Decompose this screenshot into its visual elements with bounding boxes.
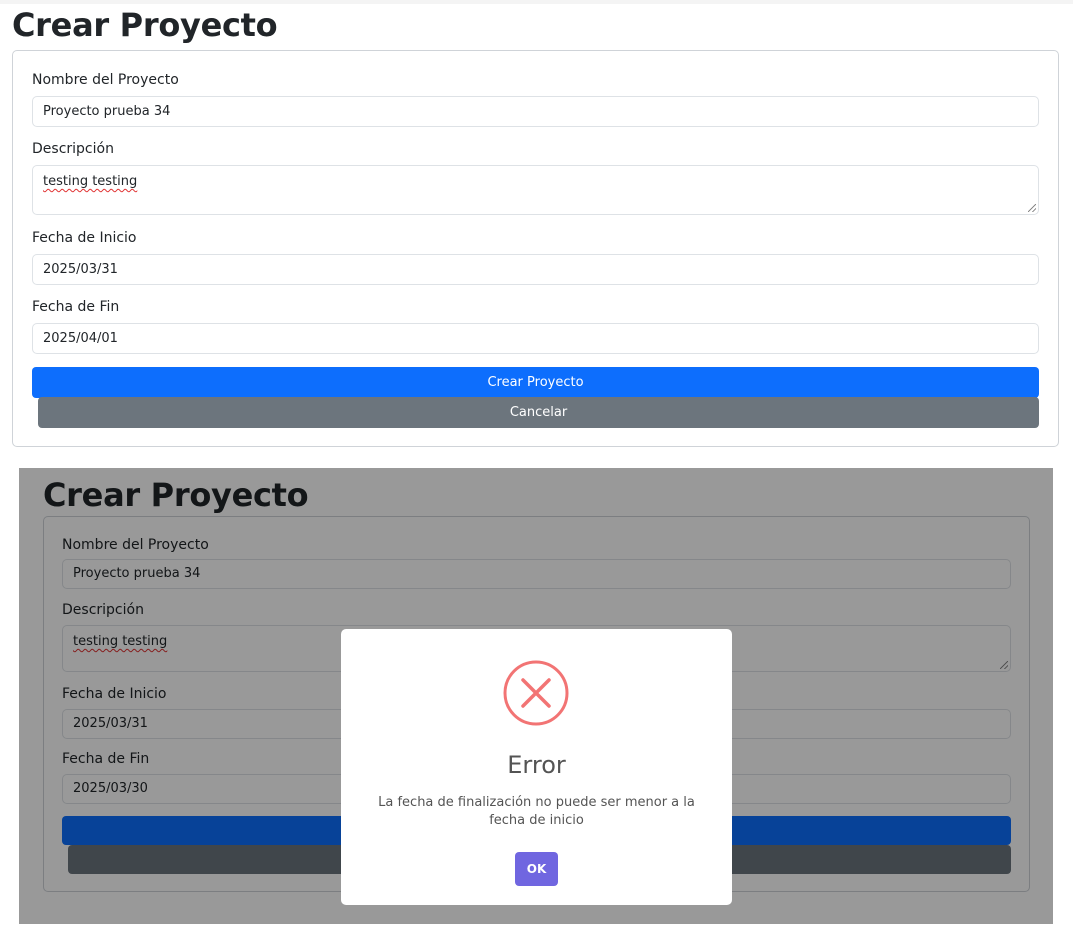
error-x-icon [503,660,569,726]
top-strip [0,0,1073,4]
project-name-input[interactable]: Proyecto prueba 34 [32,96,1039,127]
end-date-label: Fecha de Fin [32,299,120,315]
description-text: testing testing [43,174,138,189]
ok-button[interactable]: OK [515,852,558,886]
end-date-input[interactable]: 2025/04/01 [32,323,1039,354]
start-date-label: Fecha de Inicio [32,230,137,246]
description-textarea[interactable]: testing testing [32,165,1039,215]
resize-grip-icon[interactable] [1028,204,1036,212]
cancel-button[interactable]: Cancelar [38,397,1039,428]
start-date-input[interactable]: 2025/03/31 [32,254,1039,285]
page-title: Crear Proyecto [12,6,278,44]
form-after-panel: Crear Proyecto Nombre del Proyecto Proye… [19,468,1053,924]
dialog-title: Error [507,751,566,779]
project-name-label: Nombre del Proyecto [32,72,179,88]
dialog-message: La fecha de finalización no puede ser me… [378,795,695,828]
create-project-button[interactable]: Crear Proyecto [32,367,1039,398]
description-label: Descripción [32,141,114,157]
error-dialog: Error La fecha de finalización no puede … [341,629,732,905]
